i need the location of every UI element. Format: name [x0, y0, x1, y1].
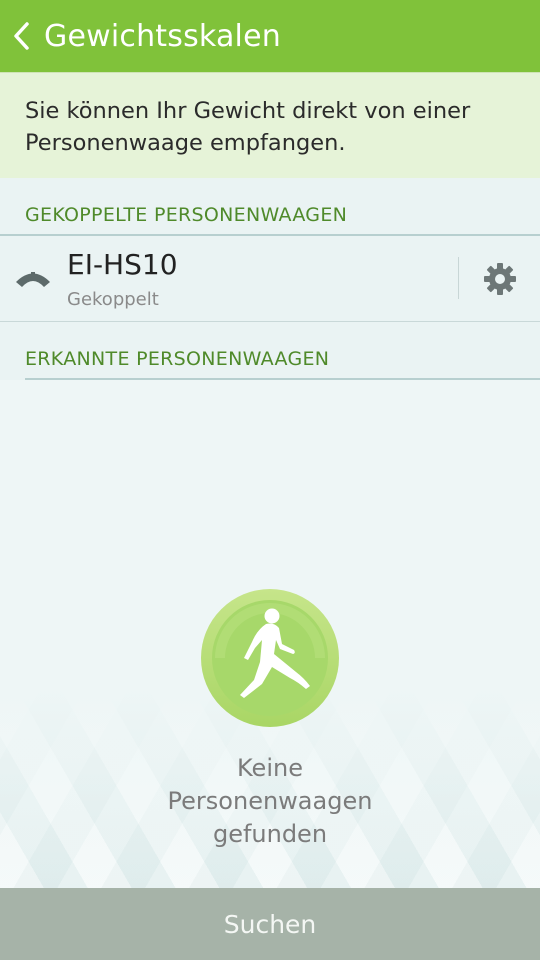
scale-icon [14, 267, 52, 293]
page-title: Gewichtsskalen [44, 18, 281, 54]
runner-icon [200, 588, 340, 728]
info-text: Sie können Ihr Gewicht direkt von einer … [25, 98, 471, 156]
search-button-label: Suchen [223, 909, 317, 939]
device-row[interactable]: EI-HS10 Gekoppelt [0, 237, 540, 321]
empty-state-line: gefunden [212, 820, 328, 848]
app-bar: Gewichtsskalen [0, 0, 540, 72]
chevron-left-icon[interactable] [2, 0, 42, 72]
device-status: Gekoppelt [67, 289, 159, 310]
section-divider [25, 378, 540, 380]
info-banner: Sie können Ihr Gewicht direkt von einer … [0, 72, 540, 178]
section-header-detected: ERKANNTE PERSONENWAAGEN [25, 348, 330, 370]
empty-state-line: Personenwaagen [167, 787, 373, 815]
gear-icon[interactable] [472, 255, 528, 303]
vertical-divider [458, 257, 459, 299]
device-name: EI-HS10 [67, 248, 178, 281]
search-button[interactable]: Suchen [0, 888, 540, 960]
section-divider [0, 234, 540, 236]
empty-state-text: Keine Personenwaagen gefunden [70, 752, 470, 851]
section-header-paired: GEKOPPELTE PERSONENWAAGEN [25, 204, 348, 226]
row-divider [0, 321, 540, 322]
empty-state-line: Keine [237, 754, 303, 782]
